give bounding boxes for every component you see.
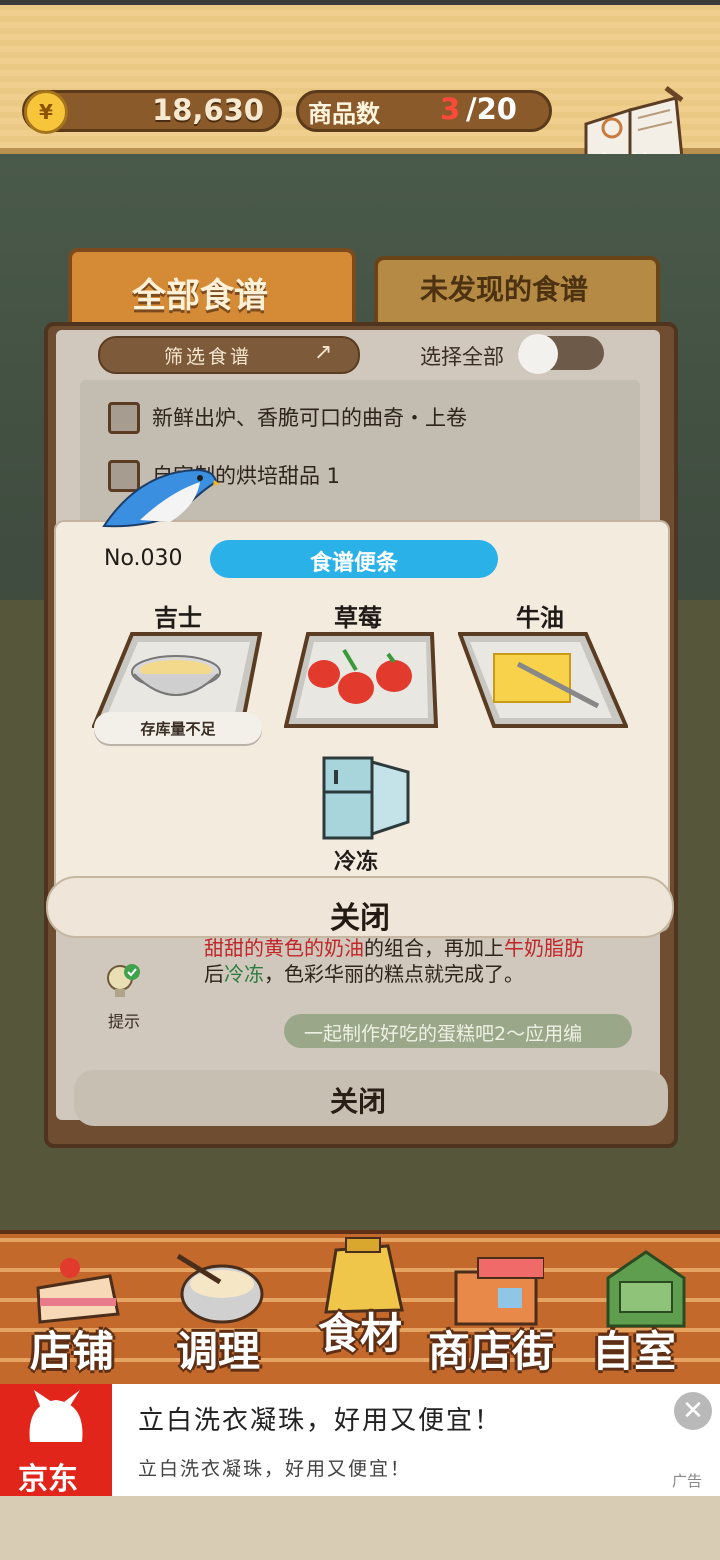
ad-close-icon[interactable]: ✕ [674,1392,712,1430]
tab-all-recipes-label: 全部食谱 [132,276,268,316]
ad-tag: 广告 [672,1472,703,1490]
coin-value: 18,630 [152,93,264,127]
staff-room-door-icon[interactable] [598,1248,694,1328]
recipe-number: No.030 [104,546,183,571]
list-item[interactable]: 新鲜出炉、香脆可口的曲奇・上卷 [152,402,467,432]
external-link-icon[interactable]: ↗ [314,340,332,365]
ingredient-label: 草莓 [334,604,382,632]
bird-mascot-icon [102,468,220,528]
recipe-title: 食谱便条 [309,551,398,576]
tab-undiscovered-recipes-label: 未发现的食谱 [420,273,589,306]
hint-label[interactable]: 提示 [108,1008,140,1032]
dog-mascot-icon [29,1390,83,1442]
ad-title[interactable]: 立白洗衣凝珠，好用又便宜！ [138,1400,502,1437]
desc-text: 后 [204,962,224,986]
mixing-bowl-icon[interactable] [170,1248,266,1328]
goods-count: 3 [440,92,461,126]
coin-icon: ¥ [24,90,68,134]
freezer-icon[interactable] [318,752,414,842]
select-all-label: 选择全部 [420,345,504,369]
ad-subtitle[interactable]: 立白洗衣凝珠，好用又便宜！ [138,1454,411,1481]
toggle-knob[interactable] [518,334,558,374]
filter-recipes-label: 筛选食谱 [164,346,253,368]
desc-highlight: 牛奶脂肪 [504,936,584,960]
desc-highlight: 甜甜的黄色的奶油 [204,936,364,960]
nav-my-room[interactable]: 自室 [592,1318,676,1379]
app-link-label: 一起制作好吃的蛋糕吧2～应用编 [304,1023,583,1045]
goods-label: 商品数 [308,100,380,128]
ad-brand-label: 京东 [18,1462,78,1497]
modal-close-button[interactable]: 关闭 [330,893,390,937]
cake-icon[interactable] [30,1248,126,1328]
stock-warning-label: 存库量不足 [140,720,216,738]
ingredient-label: 牛油 [516,604,564,632]
recipe-checkbox[interactable] [108,402,140,434]
nav-shopping-street[interactable]: 商店街 [428,1318,554,1379]
desc-text: 的组合，再加上 [364,936,504,960]
panel-close-button[interactable]: 关闭 [330,1080,386,1120]
storefront-icon[interactable] [448,1248,544,1328]
nav-shop[interactable]: 店铺 [30,1318,114,1379]
strawberry-tray-icon[interactable] [284,630,454,738]
ingredient-label: 吉士 [154,604,202,632]
method-label: 冷冻 [334,850,379,875]
desc-text: ，色彩华丽的糕点就完成了。 [264,962,524,986]
lightbulb-icon[interactable] [104,962,140,1002]
goods-max: /20 [466,92,517,126]
bottom-background [0,1496,720,1560]
nav-ingredients[interactable]: 食材 [318,1300,402,1361]
butter-tray-icon[interactable] [458,630,628,738]
recipe-description-line2: 后冷冻，色彩华丽的糕点就完成了。 [204,958,524,987]
nav-cooking[interactable]: 调理 [176,1318,260,1379]
desc-highlight: 冷冻 [224,962,264,986]
